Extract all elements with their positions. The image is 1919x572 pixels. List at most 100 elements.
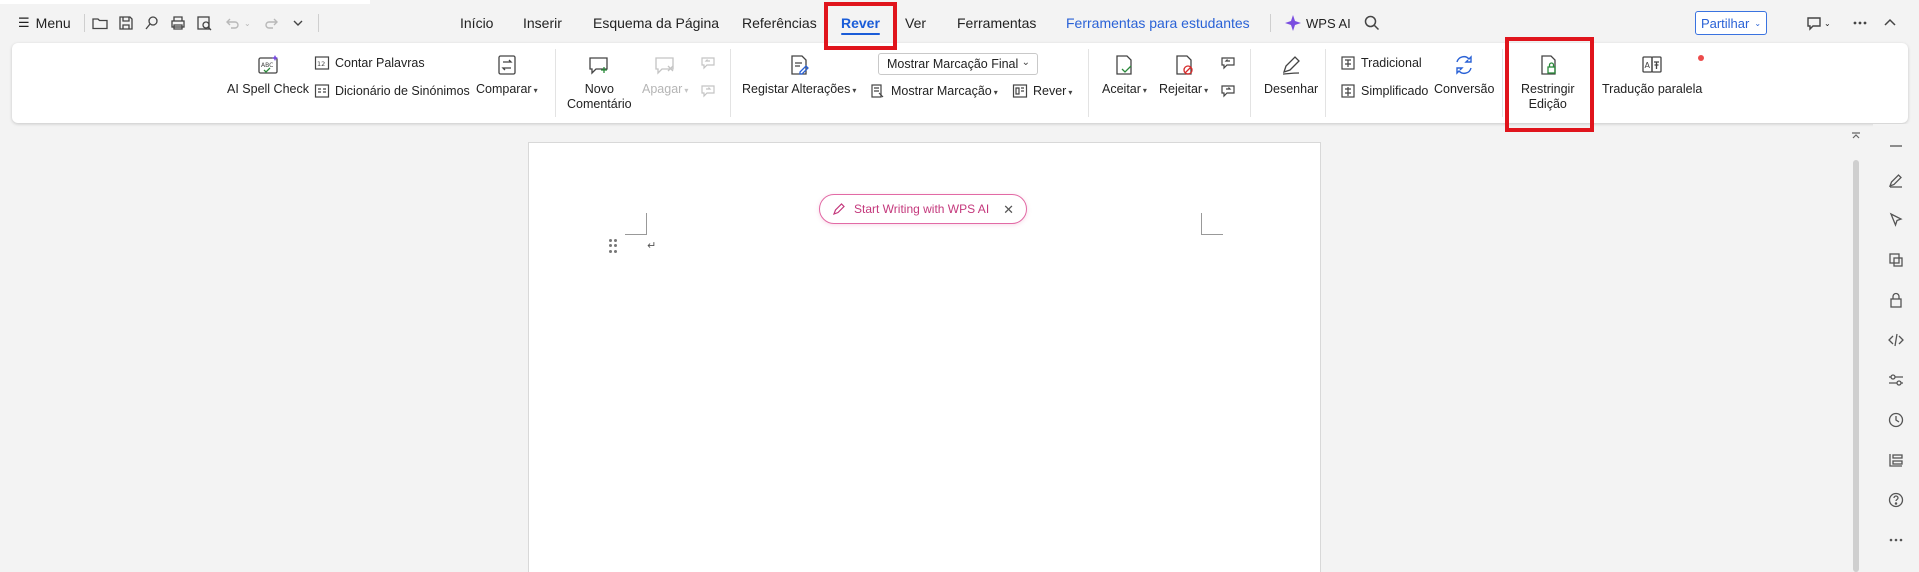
lock-icon[interactable] (1886, 290, 1906, 310)
share-button[interactable]: Partilhar ⌄ (1695, 11, 1767, 35)
export-pdf-icon[interactable] (142, 13, 162, 33)
draw-label: Desenhar (1264, 82, 1319, 96)
close-icon[interactable]: ✕ (1003, 202, 1014, 218)
new-comment-button[interactable]: Novo Comentário (567, 51, 632, 112)
tab-esquema-da-pagina[interactable]: Esquema da Página (593, 10, 719, 36)
svg-text:ABC: ABC (261, 62, 273, 69)
pen-icon (832, 202, 846, 216)
chevron-down-icon: ⌄ (1754, 18, 1762, 28)
tab-ferramentas-para-estudantes[interactable]: Ferramentas para estudantes (1066, 10, 1250, 36)
tab-ver[interactable]: Ver (905, 10, 926, 36)
traditional-label: Tradicional (1361, 56, 1422, 70)
conversion-button[interactable]: Conversão (1434, 51, 1494, 97)
print-icon[interactable] (168, 13, 188, 33)
tab-label: Referências (742, 15, 817, 31)
tab-referencias[interactable]: Referências (742, 10, 817, 36)
comments-dropdown-icon[interactable]: ⌄ (1824, 12, 1831, 34)
draw-button[interactable]: Desenhar (1264, 51, 1318, 97)
compare-label-wrap: Comparar ▾ (476, 82, 538, 98)
minimize-panel-icon[interactable] (1886, 136, 1906, 156)
restrict-editing-label-line1: Restringir (1521, 82, 1575, 96)
review-pane-button[interactable]: Rever ▾ (1012, 81, 1072, 101)
svg-text:A: A (1645, 61, 1651, 70)
history-icon[interactable] (1886, 410, 1906, 430)
thesaurus-button[interactable]: Dicionário de Sinónimos (314, 81, 470, 101)
traditional-chinese-icon (1341, 56, 1355, 70)
compare-button[interactable]: Comparar ▾ (476, 51, 538, 98)
new-comment-icon (585, 51, 613, 79)
select-cursor-icon[interactable] (1886, 210, 1906, 230)
navigation-pane-icon[interactable] (1886, 450, 1906, 470)
delete-comment-button[interactable]: Apagar ▾ (642, 51, 688, 98)
undo-icon[interactable] (222, 13, 242, 33)
document-page[interactable]: ↵ Start Writing with WPS AI ✕ (528, 142, 1321, 572)
divider (730, 49, 731, 117)
spell-check-icon: ABC (254, 51, 282, 79)
tab-inicio[interactable]: Início (460, 10, 493, 36)
divider (1502, 49, 1503, 117)
ai-sparkle-icon (1284, 14, 1302, 32)
margin-corner-marker (1201, 213, 1223, 235)
share-label: Partilhar (1700, 15, 1750, 31)
code-icon[interactable] (1886, 330, 1906, 350)
print-preview-icon[interactable] (194, 13, 214, 33)
track-changes-button[interactable]: Registar Alterações ▾ (742, 51, 856, 98)
divider (555, 49, 556, 117)
conversion-icon (1450, 51, 1478, 79)
wps-ai-button[interactable]: WPS AI (1284, 12, 1351, 34)
next-comment-icon[interactable] (700, 81, 716, 101)
ai-spell-check-label: AI Spell Check (227, 82, 309, 96)
markup-display-select[interactable]: Mostrar Marcação Final ⌄ (878, 53, 1038, 75)
open-folder-icon[interactable] (90, 13, 110, 33)
simplified-chinese-icon (1341, 84, 1355, 98)
new-comment-label-line1: Novo (584, 82, 614, 96)
notification-dot (1698, 55, 1704, 61)
undo-dropdown-icon[interactable]: ⌄ (244, 12, 251, 34)
show-markup-icon (871, 84, 884, 98)
restrict-editing-button[interactable]: Restringir Edição (1521, 51, 1575, 112)
ai-spell-check-button[interactable]: ABC AI Spell Check (227, 51, 309, 97)
previous-comment-icon[interactable] (700, 53, 716, 73)
comments-icon[interactable] (1804, 13, 1824, 33)
tab-ferramentas[interactable]: Ferramentas (957, 10, 1036, 36)
show-markup-button[interactable]: Mostrar Marcação ▾ (870, 81, 998, 101)
more-options-icon[interactable] (1850, 13, 1870, 33)
tab-rever[interactable]: Rever (841, 10, 880, 36)
compare-label: Comparar (476, 82, 532, 96)
parallel-translation-button[interactable]: A Tradução paralela (1602, 51, 1702, 97)
search-icon[interactable] (1362, 13, 1382, 33)
delete-comment-icon (651, 51, 679, 79)
traditional-chinese-button[interactable]: Tradicional (1340, 53, 1422, 73)
copy-format-icon[interactable] (1886, 250, 1906, 270)
edit-icon[interactable] (1886, 170, 1906, 190)
next-change-icon[interactable] (1220, 81, 1236, 101)
tab-inserir[interactable]: Inserir (523, 10, 562, 36)
simplified-chinese-button[interactable]: Simplificado (1340, 81, 1428, 101)
settings-sliders-icon[interactable] (1886, 370, 1906, 390)
divider (1250, 49, 1251, 117)
word-count-button[interactable]: 12 Contar Palavras (314, 53, 425, 73)
scroll-top-icon[interactable] (1851, 128, 1861, 139)
word-count-label: Contar Palavras (335, 56, 425, 70)
drag-handle-icon[interactable] (609, 239, 617, 253)
thesaurus-icon (314, 84, 330, 98)
parallel-translation-label: Tradução paralela (1602, 82, 1703, 96)
restrict-editing-icon (1534, 51, 1562, 79)
chevron-down-icon: ▾ (852, 86, 857, 95)
scrollbar-thumb[interactable] (1853, 160, 1859, 572)
customize-quick-access-icon[interactable] (288, 13, 308, 33)
tab-label: Ver (905, 15, 927, 31)
collapse-ribbon-icon[interactable] (1880, 13, 1900, 33)
save-icon[interactable] (116, 13, 136, 33)
markup-display-value: Mostrar Marcação Final (887, 57, 1019, 71)
more-tools-icon[interactable] (1886, 530, 1906, 550)
track-changes-label-wrap: Registar Alterações ▾ (742, 82, 856, 98)
redo-icon[interactable] (262, 13, 282, 33)
accept-button[interactable]: Aceitar ▾ (1102, 51, 1147, 98)
start-writing-ai-button[interactable]: Start Writing with WPS AI ✕ (819, 194, 1027, 224)
previous-change-icon[interactable] (1220, 53, 1236, 73)
chevron-down-icon: ▾ (1142, 86, 1147, 95)
help-icon[interactable] (1886, 490, 1906, 510)
menu-button[interactable]: ☰ Menu (18, 12, 71, 34)
reject-button[interactable]: Rejeitar ▾ (1159, 51, 1208, 98)
